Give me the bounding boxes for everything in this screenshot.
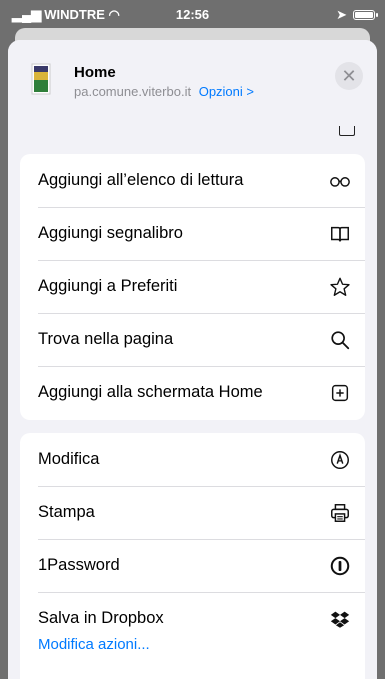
- share-sheet-header: Home pa.comune.viterbo.it Opzioni > ✕: [8, 40, 377, 136]
- actions-group-primary: Aggiungi all’elenco di lettura Aggiungi …: [20, 154, 365, 420]
- markup-icon: [329, 449, 351, 471]
- action-1password[interactable]: 1Password: [20, 539, 365, 592]
- close-icon: ✕: [341, 66, 357, 86]
- site-title: Home: [74, 64, 116, 81]
- action-find-in-page[interactable]: Trova nella pagina: [20, 313, 365, 366]
- status-bar: ▂▄▆ WINDTRE ◠ 12:56 ➤: [0, 0, 385, 30]
- reading-glasses-icon: [329, 170, 351, 192]
- action-label: Aggiungi a Preferiti: [38, 277, 178, 295]
- close-button[interactable]: ✕: [335, 62, 363, 90]
- action-label: Stampa: [38, 503, 95, 521]
- location-icon: ➤: [336, 7, 347, 22]
- status-time: 12:56: [175, 7, 210, 22]
- plus-square-icon: [329, 382, 351, 404]
- book-icon: [329, 223, 351, 245]
- action-label: Salva in Dropbox: [38, 609, 164, 627]
- share-sheet: Home pa.comune.viterbo.it Opzioni > ✕ Ag…: [8, 40, 377, 679]
- action-add-reading-list[interactable]: Aggiungi all’elenco di lettura: [20, 154, 365, 207]
- edit-actions-link[interactable]: Modifica azioni...: [38, 636, 150, 653]
- star-icon: [329, 276, 351, 298]
- 1password-icon: [329, 555, 351, 577]
- partial-icon: [339, 126, 355, 136]
- site-favicon-icon: [31, 63, 51, 95]
- action-add-favorites[interactable]: Aggiungi a Preferiti: [20, 260, 365, 313]
- action-label: Aggiungi segnalibro: [38, 224, 183, 242]
- site-domain: pa.comune.viterbo.it: [74, 84, 192, 99]
- dropbox-icon: [329, 608, 351, 630]
- action-label: Modifica: [38, 450, 100, 468]
- action-label: Aggiungi alla schermata Home: [38, 383, 263, 401]
- site-subtitle: pa.comune.viterbo.it Opzioni >: [74, 84, 254, 99]
- printer-icon: [329, 502, 351, 524]
- options-link[interactable]: Opzioni >: [199, 84, 254, 99]
- action-label: Aggiungi all’elenco di lettura: [38, 171, 244, 189]
- action-print[interactable]: Stampa: [20, 486, 365, 539]
- battery-icon: [353, 10, 378, 20]
- search-icon: [329, 329, 351, 351]
- status-right: ➤: [336, 7, 378, 23]
- action-label: Trova nella pagina: [38, 330, 174, 348]
- action-add-home-screen[interactable]: Aggiungi alla schermata Home: [20, 366, 365, 419]
- action-markup[interactable]: Modifica: [20, 433, 365, 486]
- action-add-bookmark[interactable]: Aggiungi segnalibro: [20, 207, 365, 260]
- action-label: 1Password: [38, 556, 120, 574]
